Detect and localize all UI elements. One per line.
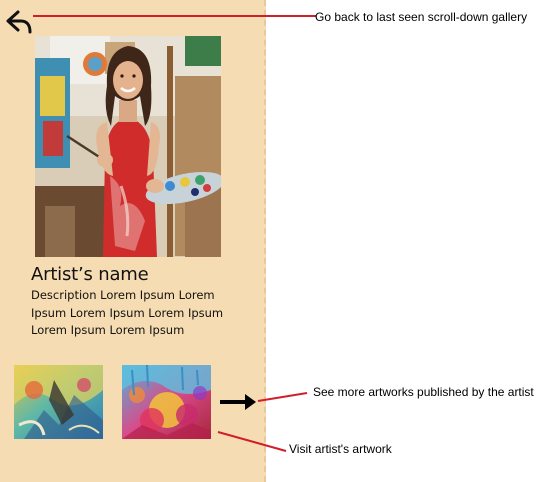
artist-description: Description Lorem Ipsum Lorem Ipsum Lore… (31, 288, 224, 337)
back-arrow-icon (6, 10, 32, 34)
see-more-artworks-button[interactable] (219, 392, 259, 412)
artwork-thumbnail-2[interactable] (122, 365, 211, 439)
annotation-visit-artwork: Visit artist's artwork (289, 442, 392, 456)
back-button[interactable] (5, 9, 35, 35)
annotation-see-more: See more artworks published by the artis… (313, 385, 534, 399)
artist-photo (35, 36, 221, 257)
right-arrow-icon (220, 394, 256, 410)
artist-name: Artist’s name (31, 264, 149, 285)
artwork-thumbnail-1[interactable] (14, 365, 103, 439)
artist-profile-panel: Artist’s name Description Lorem Ipsum Lo… (0, 0, 266, 482)
annotation-back: Go back to last seen scroll-down gallery (315, 10, 528, 24)
